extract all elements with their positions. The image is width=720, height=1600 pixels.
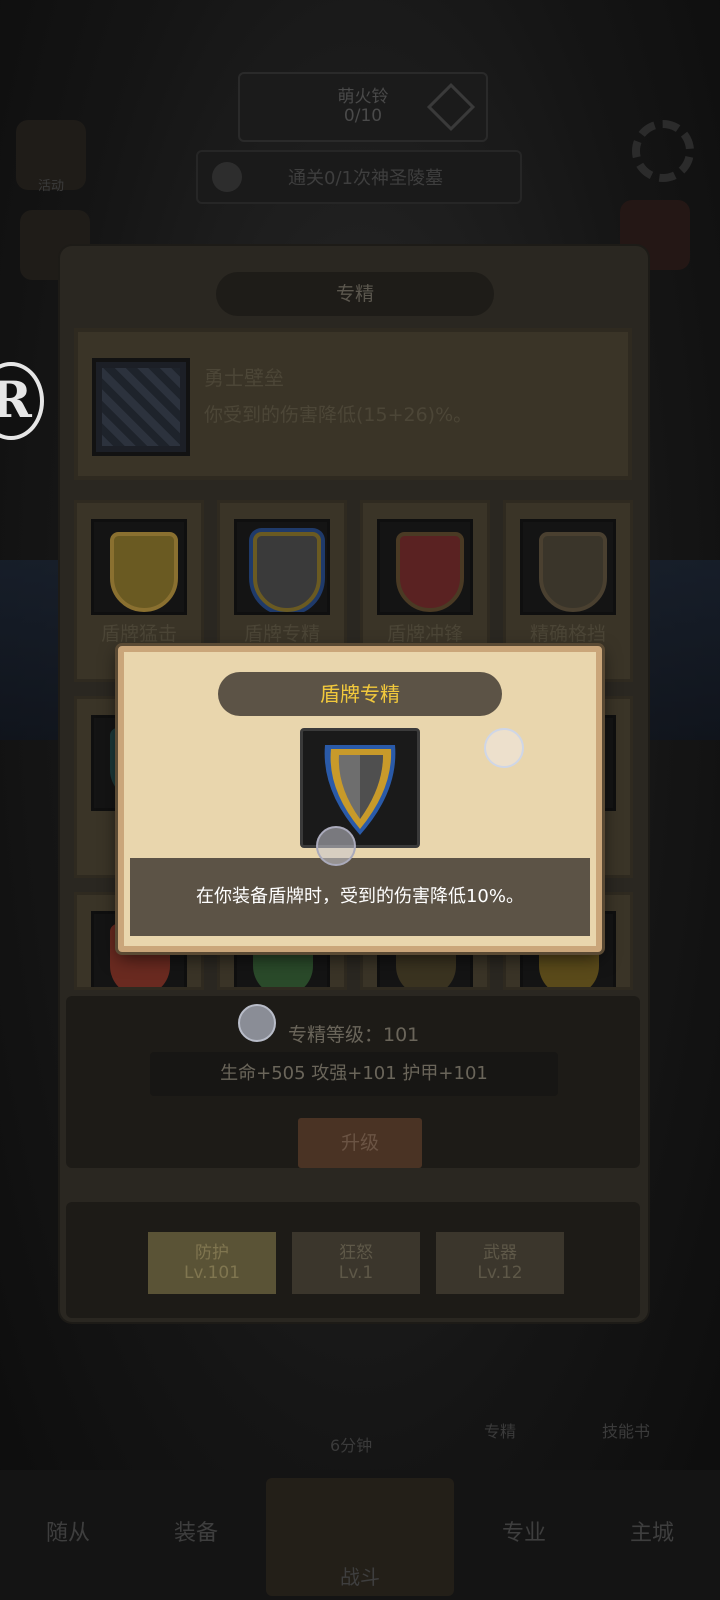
talent-description: 你受到的伤害降低(15+26)%。	[204, 404, 473, 426]
skillbook-label: 技能书	[602, 1422, 651, 1441]
touch-indicator	[316, 826, 356, 866]
shield-slam-icon	[91, 519, 187, 615]
tab-protection[interactable]: 防护 Lv.101	[148, 1232, 276, 1294]
nav-equipment[interactable]: 装备	[136, 1476, 256, 1592]
dialog-title: 盾牌专精	[218, 672, 502, 716]
talent-name: 勇士壁垒	[204, 366, 284, 390]
battle-label: 战斗	[340, 1565, 380, 1589]
tab-level: Lv.12	[477, 1263, 523, 1283]
tab-name: 防护	[195, 1243, 229, 1263]
selected-talent-card: 勇士壁垒 你受到的伤害降低(15+26)%。	[74, 328, 632, 480]
spec-shortcut-label: 专精	[484, 1422, 517, 1441]
tab-level: Lv.1	[338, 1263, 374, 1283]
nav-battle[interactable]: 战斗	[266, 1478, 454, 1596]
shield-icon	[300, 728, 420, 848]
event-button: 活动	[16, 120, 86, 194]
skill-label: 盾牌冲锋	[386, 623, 463, 645]
talent-icon	[92, 358, 190, 456]
touch-indicator	[238, 1004, 276, 1042]
shield-charge-icon	[377, 519, 473, 615]
tab-name: 武器	[483, 1243, 517, 1263]
precise-block-icon	[520, 519, 616, 615]
nav-profession[interactable]: 专业	[464, 1476, 584, 1592]
top-counter: 萌火铃 0/10	[238, 72, 488, 142]
tab-name: 狂怒	[339, 1243, 373, 1263]
dialog-description: 在你装备盾牌时，受到的伤害降低10%。	[130, 858, 590, 936]
timer-label: 6分钟	[330, 1436, 373, 1455]
task-bar: 通关0/1次神圣陵墓	[196, 150, 522, 204]
nav-main-city[interactable]: 主城	[592, 1476, 712, 1592]
skill-label: 精确格挡	[529, 623, 606, 645]
task-icon	[212, 162, 242, 192]
panel-title: 专精	[216, 272, 494, 316]
event-label: 活动	[37, 179, 64, 194]
task-text: 通关0/1次神圣陵墓	[288, 168, 443, 189]
nav-follower[interactable]: 随从	[8, 1476, 128, 1592]
skill-label: 盾牌专精	[243, 623, 320, 645]
tab-level: Lv.101	[183, 1263, 241, 1283]
touch-indicator	[484, 728, 524, 768]
upgrade-button[interactable]: 升级	[298, 1118, 422, 1168]
skill-label: 盾牌猛击	[100, 623, 177, 645]
tab-fury[interactable]: 狂怒 Lv.1	[292, 1232, 420, 1294]
gear-icon	[632, 120, 694, 182]
stats-bonus: 生命+505 攻强+101 护甲+101	[150, 1052, 558, 1096]
spec-level: 专精等级：101	[288, 1024, 420, 1046]
shield-mastery-icon	[234, 519, 330, 615]
tab-arms[interactable]: 武器 Lv.12	[436, 1232, 564, 1294]
